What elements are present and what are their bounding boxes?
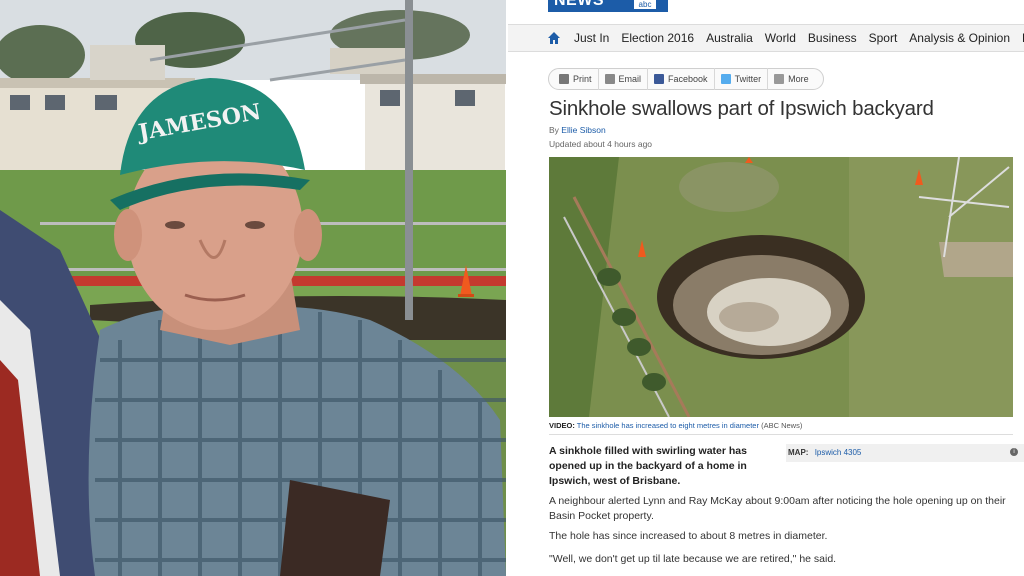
byline-prefix: By <box>549 125 559 135</box>
article-paragraph-3: "Well, we don't get up til late because … <box>549 553 837 565</box>
nav-item-world[interactable]: World <box>765 31 796 45</box>
facebook-button[interactable]: Facebook <box>648 68 715 90</box>
nav-items: Just In Election 2016 Australia World Busine… <box>574 31 1024 45</box>
caption-link[interactable]: The sinkhole has increased to eight metr… <box>577 421 759 430</box>
article-lead: A sinkhole filled with swirling water ha… <box>549 445 747 487</box>
abc-logo-mark: abc <box>634 0 656 9</box>
share-toolbar: Print Email Facebook Twitter More <box>548 68 824 90</box>
more-icon <box>774 74 785 84</box>
map-label: MAP: <box>788 448 809 457</box>
nav-item-business[interactable]: Business <box>808 31 857 45</box>
facebook-icon <box>654 74 665 84</box>
nav-item-analysis-opinion[interactable]: Analysis & Opinion <box>909 31 1010 45</box>
man-photo-illustration: JAMESON <box>0 0 506 576</box>
author-link[interactable]: Ellie Sibson <box>561 125 605 135</box>
sinkhole-video-frame <box>549 157 1013 417</box>
sinkhole-video[interactable] <box>549 157 1013 417</box>
twitter-label: Twitter <box>734 74 762 84</box>
main-nav: Just In Election 2016 Australia World Busine… <box>508 24 1024 52</box>
nav-item-just-in[interactable]: Just In <box>574 31 609 45</box>
email-icon <box>604 74 615 84</box>
byline: By Ellie Sibson <box>549 125 606 135</box>
article-paragraph-1: A neighbour alerted Lynn and Ray McKay a… <box>549 495 1006 522</box>
home-icon[interactable] <box>547 31 561 45</box>
map-link[interactable]: Ipswich 4305 <box>815 448 862 457</box>
article-paragraph-2: The hole has since increased to about 8 … <box>549 530 828 542</box>
nav-item-election-2016[interactable]: Election 2016 <box>621 31 694 45</box>
map-box: MAP: Ipswich 4305 i <box>786 444 1024 462</box>
caption-divider <box>549 434 1013 435</box>
video-caption: VIDEO: The sinkhole has increased to eig… <box>549 421 802 430</box>
facebook-label: Facebook <box>668 74 708 84</box>
article-headline: Sinkhole swallows part of Ipswich backya… <box>549 97 934 120</box>
email-button[interactable]: Email <box>599 68 649 90</box>
caption-source: (ABC News) <box>761 421 803 430</box>
nav-item-australia[interactable]: Australia <box>706 31 753 45</box>
updated-time: Updated about 4 hours ago <box>549 139 653 149</box>
caption-label: VIDEO: <box>549 421 575 430</box>
twitter-button[interactable]: Twitter <box>715 68 769 90</box>
more-button[interactable]: More <box>768 68 815 90</box>
print-label: Print <box>573 74 592 84</box>
article-page: NEWS abc Just In Election 2016 Australia Wo… <box>508 0 1024 576</box>
email-label: Email <box>618 74 642 84</box>
twitter-icon <box>720 74 731 84</box>
man-photo: JAMESON <box>0 0 506 576</box>
info-icon[interactable]: i <box>1010 448 1018 456</box>
logo-text: NEWS <box>554 0 604 9</box>
more-label: More <box>788 74 809 84</box>
abc-news-logo[interactable]: NEWS abc <box>548 0 668 12</box>
print-icon <box>559 74 569 84</box>
nav-item-sport[interactable]: Sport <box>869 31 898 45</box>
print-button[interactable]: Print <box>553 68 599 90</box>
